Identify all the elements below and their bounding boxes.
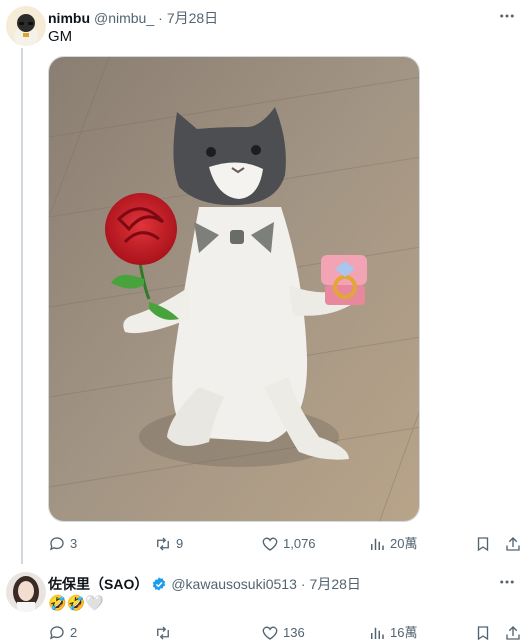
view-count: 20萬 bbox=[390, 536, 418, 551]
tweet-actions: 2 136 16萬 bbox=[48, 624, 521, 644]
repost-icon bbox=[157, 626, 169, 640]
reply-button[interactable]: 2 bbox=[48, 624, 77, 642]
repost-icon bbox=[157, 537, 169, 551]
share-icon bbox=[506, 537, 520, 551]
more-icon[interactable] bbox=[497, 572, 517, 592]
reply-count: 2 bbox=[70, 625, 78, 640]
author-name[interactable]: nimbu bbox=[48, 10, 90, 26]
like-count: 136 bbox=[283, 625, 305, 640]
post-date[interactable]: 7月28日 bbox=[310, 574, 361, 594]
share-icon bbox=[506, 626, 520, 640]
like-button[interactable]: 1,076 bbox=[261, 535, 316, 553]
cat-image bbox=[49, 57, 419, 521]
views-icon bbox=[371, 627, 384, 639]
share-button[interactable] bbox=[504, 535, 526, 553]
reply-icon bbox=[49, 626, 64, 640]
separator: · bbox=[158, 10, 163, 26]
tweet-header: nimbu @nimbu_ · 7月28日 bbox=[48, 8, 218, 28]
bookmark-button[interactable] bbox=[474, 535, 496, 553]
views-button[interactable]: 16萬 bbox=[368, 624, 417, 642]
repost-button[interactable]: 9 bbox=[154, 535, 183, 553]
views-button[interactable]: 20萬 bbox=[368, 535, 417, 553]
like-count: 1,076 bbox=[283, 536, 316, 551]
view-count: 16萬 bbox=[390, 625, 418, 640]
tweet-actions: 3 9 1,076 20萬 bbox=[48, 535, 521, 555]
tweet-text: 🤣🤣🤍 bbox=[48, 595, 105, 612]
bookmark-icon bbox=[477, 537, 489, 552]
like-icon bbox=[262, 537, 278, 551]
separator: · bbox=[300, 576, 306, 592]
bookmark-button[interactable] bbox=[474, 624, 496, 642]
repost-button[interactable] bbox=[154, 624, 176, 642]
tweet-header: 佐保里（SAO） @kawausosuki0513 · 7月28日 bbox=[48, 574, 361, 594]
author-name[interactable]: 佐保里（SAO） bbox=[48, 574, 148, 594]
avatar[interactable] bbox=[6, 572, 46, 612]
tweet-media-image[interactable] bbox=[48, 56, 420, 522]
post-date[interactable]: 7月28日 bbox=[167, 8, 218, 28]
author-handle[interactable]: @kawausosuki0513 bbox=[171, 576, 297, 592]
views-icon bbox=[371, 538, 384, 550]
avatar[interactable] bbox=[6, 6, 46, 46]
thread-line bbox=[21, 48, 23, 564]
tweet[interactable]: nimbu @nimbu_ · 7月28日 GM 3 9 1,076 20萬 bbox=[0, 0, 529, 566]
author-handle[interactable]: @nimbu_ bbox=[94, 10, 154, 26]
reply-button[interactable]: 3 bbox=[48, 535, 77, 553]
bookmark-icon bbox=[477, 626, 489, 641]
verified-icon bbox=[151, 576, 167, 592]
tweet[interactable]: 佐保里（SAO） @kawausosuki0513 · 7月28日 🤣🤣🤍 2 … bbox=[0, 566, 529, 644]
share-button[interactable] bbox=[504, 624, 526, 642]
tweet-text: GM bbox=[48, 28, 73, 45]
more-icon[interactable] bbox=[497, 6, 517, 26]
reply-icon bbox=[49, 537, 64, 551]
like-icon bbox=[262, 626, 278, 640]
like-button[interactable]: 136 bbox=[261, 624, 305, 642]
reply-count: 3 bbox=[70, 536, 78, 551]
repost-count: 9 bbox=[176, 536, 184, 551]
